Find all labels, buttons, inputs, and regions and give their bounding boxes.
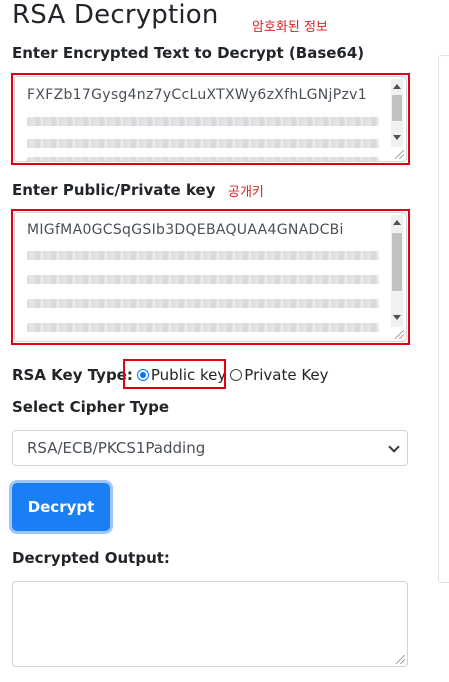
cipher-type-selected: RSA/ECB/PKCS1Padding [27,439,206,457]
blurred-text-line [27,157,379,161]
annotation-public-key: 공개키 [228,185,264,200]
key-type-label: RSA Key Type: [12,366,133,384]
encrypted-text-value: FXFZb17Gysg4nz7yCcLuXTXWy6zXfhLGNjPzv1 [27,87,367,103]
resize-grip-icon[interactable] [395,330,404,339]
key-scrollbar[interactable] [391,215,403,327]
side-panel-edge [438,55,449,583]
public-key-radio[interactable] [136,369,149,381]
scroll-up-icon[interactable] [393,220,401,225]
key-label: Enter Public/Private key [12,181,216,199]
scroll-thumb[interactable] [392,95,402,121]
blurred-text-line [27,251,379,260]
annotation-encrypted-info: 암호화된 정보 [252,20,328,35]
key-input[interactable]: MIGfMA0GCSqGSIb3DQEBAQUAA4GNADCBi [14,212,407,342]
scroll-up-icon[interactable] [393,84,401,89]
resize-grip-icon[interactable] [396,655,405,664]
blurred-text-line [27,299,379,308]
cipher-type-label: Select Cipher Type [12,398,170,416]
blurred-text-line [27,117,379,126]
blurred-text-line [27,275,379,284]
scroll-down-icon[interactable] [393,135,401,140]
public-key-option[interactable]: Public key [136,366,226,384]
private-key-option[interactable]: Private Key [230,366,329,384]
chevron-down-icon [388,441,400,453]
public-key-option-label[interactable]: Public key [151,366,226,384]
scroll-thumb[interactable] [392,233,402,291]
scroll-down-icon[interactable] [393,315,401,320]
key-value: MIGfMA0GCSqGSIb3DQEBAQUAA4GNADCBi [27,222,344,238]
encrypted-text-input[interactable]: FXFZb17Gysg4nz7yCcLuXTXWy6zXfhLGNjPzv1 [14,76,407,162]
decrypted-output-field[interactable] [12,581,408,667]
decrypted-output-label: Decrypted Output: [12,549,170,567]
encrypted-scrollbar[interactable] [391,79,403,147]
encrypted-text-label: Enter Encrypted Text to Decrypt (Base64) [12,44,365,62]
blurred-text-line [27,323,379,332]
key-type-group: RSA Key Type: Public key Private Key [12,364,329,386]
private-key-radio[interactable] [230,369,243,381]
page-title: RSA Decryption [12,0,219,30]
private-key-option-label[interactable]: Private Key [244,366,328,384]
cipher-type-select[interactable]: RSA/ECB/PKCS1Padding [12,430,408,466]
resize-grip-icon[interactable] [395,150,404,159]
decrypt-button[interactable]: Decrypt [12,483,110,531]
blurred-text-line [27,139,379,148]
